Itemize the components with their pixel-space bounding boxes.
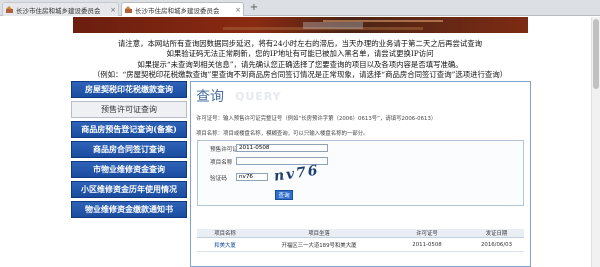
permit-hint: 许可证号：输入预售许可证完整证号（例如“长房预许字第（2006）0613号”，请… [196,116,437,122]
tab-title: 长沙市住房和城乡建设委员会 [16,6,101,15]
project-name-link[interactable]: 和美大厦 [197,241,253,249]
captcha-label: 验证码 [210,176,227,182]
page-scrollbar[interactable] [591,17,600,267]
notice-line: 如果验证码无法正常刷新，您的IP地址有可能已被加入黑名单，请尝试更换IP访问 [166,49,434,58]
browser-tab-1[interactable]: 长沙市住房和城乡建设委员会 × [2,2,119,16]
browser-tab-2[interactable]: 长沙市住房和城乡建设委员会 × [121,2,244,16]
results-table: 项目名称 项目坐落 许可证号 发证日期 和美大厦 开福区三一大道189号和美大厦… [197,229,524,252]
scrollbar-thumb[interactable] [593,19,599,89]
query-title: 查询 [196,89,224,105]
close-icon[interactable]: × [233,6,243,14]
sidebar-item-payment-notice[interactable]: 物业维修资金缴款通知书 [71,201,187,218]
tab-title: 长沙市住房和城乡建设委员会 [135,6,220,15]
header-location: 项目坐落 [308,231,330,237]
query-submit-button[interactable]: 查询 [275,190,293,200]
project-hint: 项目名称：项目或楼盘名称，模糊查询，可以只输入楼盘名称的一部分。 [196,131,369,137]
permit-number-input[interactable]: 2011-0508 [236,144,328,152]
captcha-image[interactable]: nv76 [273,161,330,186]
site-favicon-icon [6,6,13,13]
query-panel: 查询 QUERY 许可证号：输入预售许可证完整证号（例如“长房预许字第（2006… [190,81,531,267]
project-location: 开福区三一大道189号和美大厦 [281,242,357,249]
header-project-name: 项目名称 [214,231,236,237]
project-label: 项目名称 [210,160,233,166]
notice-line: （例如：“房屋契税印花税缴款查询”里查询不到商品房合同签订情况是正常现象，请选择… [92,70,508,79]
sidebar-item-presale-permit[interactable]: 预售许可证查询 [71,101,187,118]
query-subtitle: QUERY [235,90,282,103]
sidebar-item-prenotice-registration[interactable]: 商品房预告登记查询(备案) [71,121,187,138]
header-issue-date: 发证日期 [485,231,508,237]
captcha-input[interactable]: nv76 [236,173,268,181]
sidebar-item-maintenance-fund[interactable]: 市物业维修资金查询 [71,161,187,178]
header-permit-number: 许可证号 [416,231,438,237]
new-tab-button[interactable]: + [248,2,260,14]
browser-tab-bar: 长沙市住房和城乡建设委员会 × 长沙市住房和城乡建设委员会 × + [0,0,600,16]
sidebar-item-contract-signing[interactable]: 商品房合同签订查询 [71,141,187,158]
sidebar-item-fund-usage[interactable]: 小区维修资金历年使用情况 [71,181,187,198]
sidebar-item-deed-tax[interactable]: 房屋契税印花税缴款查询 [71,81,187,98]
close-icon[interactable]: × [108,6,118,14]
issue-date: 2016/06/03 [480,241,513,248]
permit-number: 2011-0508 [412,241,442,248]
site-favicon-icon [125,6,132,13]
results-header: 项目名称 项目坐落 许可证号 发证日期 [197,229,524,238]
query-form: 预售许可证号 2011-0508 项目名称 验证码 nv76 nv76 查询 [197,140,524,206]
site-banner-image [73,17,528,33]
table-row: 和美大厦 开福区三一大道189号和美大厦 2011-0508 2016/06/0… [197,238,524,252]
